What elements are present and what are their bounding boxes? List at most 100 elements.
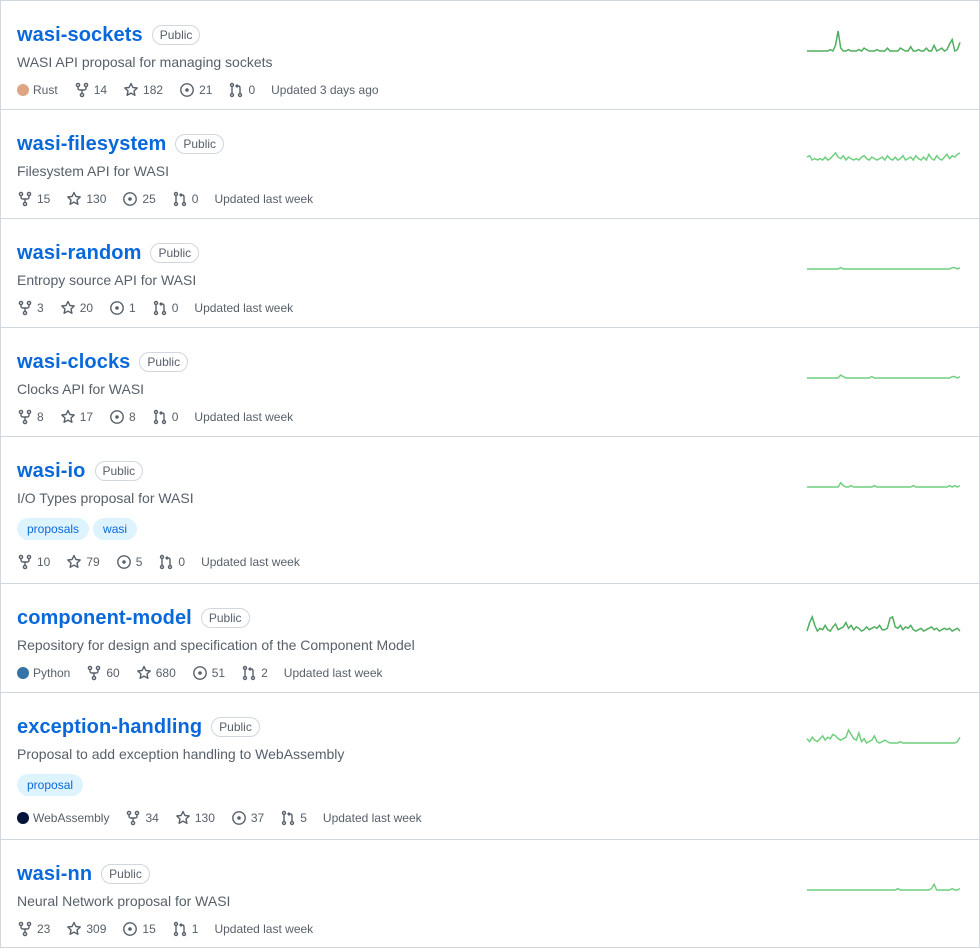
repo-item: wasi-sockets Public WASI API proposal fo…: [0, 0, 980, 109]
stars-link[interactable]: 130: [175, 810, 215, 826]
issues-link[interactable]: 15: [122, 921, 156, 937]
prs-count: 0: [178, 555, 186, 569]
pull-request-icon: [242, 665, 256, 681]
forks-link[interactable]: 23: [17, 921, 50, 937]
issues-link[interactable]: 37: [231, 810, 264, 826]
activity-sparkline: [806, 728, 961, 745]
repo-item: wasi-filesystem Public Filesystem API fo…: [0, 109, 980, 218]
prs-count: 0: [171, 301, 179, 315]
issues-link[interactable]: 25: [122, 191, 156, 207]
repo-name-link[interactable]: wasi-io: [17, 460, 86, 483]
language-name: Rust: [33, 83, 58, 97]
repo-name-link[interactable]: wasi-filesystem: [17, 133, 166, 156]
pull-requests-link[interactable]: 0: [152, 300, 179, 316]
star-icon: [67, 554, 82, 568]
repo-item: wasi-io Public I/O Types proposal for WA…: [0, 436, 980, 583]
issue-icon: [110, 410, 124, 424]
issue-icon: [123, 922, 138, 936]
issues-count: 8: [129, 410, 136, 424]
prs-count: 1: [191, 922, 199, 936]
issues-link[interactable]: 1: [109, 300, 136, 316]
stars-count: 20: [79, 301, 94, 315]
language-color-dot: [17, 812, 29, 824]
repo-meta: 15 130 25 0 Updated last week: [17, 189, 963, 209]
pull-request-icon: [173, 191, 186, 207]
issues-link[interactable]: 8: [109, 409, 136, 425]
topic-tag[interactable]: proposals: [17, 518, 90, 540]
issues-link[interactable]: 51: [192, 665, 225, 681]
stars-link[interactable]: 130: [66, 191, 106, 207]
repo-name-link[interactable]: wasi-random: [17, 242, 141, 265]
stars-link[interactable]: 680: [136, 665, 176, 681]
stars-count: 680: [155, 666, 176, 680]
star-icon: [136, 665, 151, 679]
prs-count: 2: [261, 666, 268, 680]
pull-request-icon: [153, 300, 166, 316]
fork-icon: [18, 921, 32, 937]
stars-count: 130: [86, 192, 107, 206]
visibility-badge: Public: [139, 352, 189, 372]
fork-icon: [18, 409, 32, 425]
pull-request-icon: [160, 554, 173, 570]
repo-name-link[interactable]: wasi-clocks: [17, 351, 130, 374]
forks-count: 3: [37, 301, 44, 315]
forks-link[interactable]: 8: [17, 409, 44, 425]
issues-count: 37: [250, 811, 265, 825]
prs-count: 5: [300, 811, 307, 825]
topics-list: proposal: [17, 774, 963, 796]
language-name: WebAssembly: [33, 811, 110, 825]
fork-icon: [18, 191, 32, 207]
updated-time: Updated 3 days ago: [271, 83, 379, 97]
issues-count: 1: [129, 301, 136, 315]
topics-list: proposals wasi: [17, 518, 963, 540]
repo-meta: Rust 14 182 21 0 Updated 3 days ago: [17, 80, 963, 100]
language-color-dot: [17, 84, 29, 96]
issues-link[interactable]: 21: [179, 82, 212, 98]
activity-sparkline: [806, 151, 961, 162]
star-icon: [124, 82, 138, 96]
stars-link[interactable]: 182: [123, 82, 163, 98]
visibility-badge: Public: [211, 717, 260, 737]
pull-requests-link[interactable]: 5: [280, 810, 307, 826]
pull-requests-link[interactable]: 0: [172, 191, 199, 207]
pull-requests-link[interactable]: 0: [152, 409, 178, 425]
forks-link[interactable]: 60: [86, 665, 120, 681]
issue-icon: [116, 555, 131, 569]
activity-sparkline: [806, 614, 961, 633]
pull-requests-link[interactable]: 0: [158, 554, 185, 570]
language-color-dot: [17, 667, 29, 679]
updated-time: Updated last week: [194, 410, 294, 424]
prs-count: 0: [191, 192, 199, 206]
updated-time: Updated last week: [194, 301, 294, 315]
topic-tag[interactable]: proposal: [17, 774, 84, 796]
star-icon: [175, 810, 190, 824]
star-icon: [60, 300, 75, 314]
issue-icon: [110, 301, 124, 315]
repo-meta: 3 20 1 0 Updated last week: [17, 298, 963, 318]
stars-link[interactable]: 79: [66, 554, 100, 570]
language: Python: [17, 666, 70, 680]
pull-requests-link[interactable]: 2: [241, 665, 268, 681]
forks-link[interactable]: 15: [17, 191, 50, 207]
issues-link[interactable]: 5: [116, 554, 142, 570]
pull-requests-link[interactable]: 0: [228, 82, 255, 98]
repo-name-link[interactable]: component-model: [17, 607, 192, 630]
forks-link[interactable]: 14: [74, 82, 107, 98]
repo-name-link[interactable]: wasi-nn: [17, 863, 92, 886]
language: WebAssembly: [17, 811, 109, 825]
pull-request-icon: [173, 921, 186, 937]
repo-description: I/O Types proposal for WASI: [17, 490, 194, 506]
stars-link[interactable]: 309: [66, 921, 106, 937]
forks-link[interactable]: 34: [125, 810, 159, 826]
repo-description: Entropy source API for WASI: [17, 272, 197, 288]
forks-link[interactable]: 10: [17, 554, 50, 570]
repo-name-link[interactable]: wasi-sockets: [17, 24, 143, 47]
stars-link[interactable]: 17: [60, 409, 93, 425]
issue-icon: [180, 83, 194, 97]
updated-time: Updated last week: [283, 666, 383, 680]
forks-link[interactable]: 3: [17, 300, 44, 316]
pull-requests-link[interactable]: 1: [172, 921, 199, 937]
repo-name-link[interactable]: exception-handling: [17, 716, 202, 739]
stars-link[interactable]: 20: [60, 300, 93, 316]
topic-tag[interactable]: wasi: [93, 518, 138, 540]
